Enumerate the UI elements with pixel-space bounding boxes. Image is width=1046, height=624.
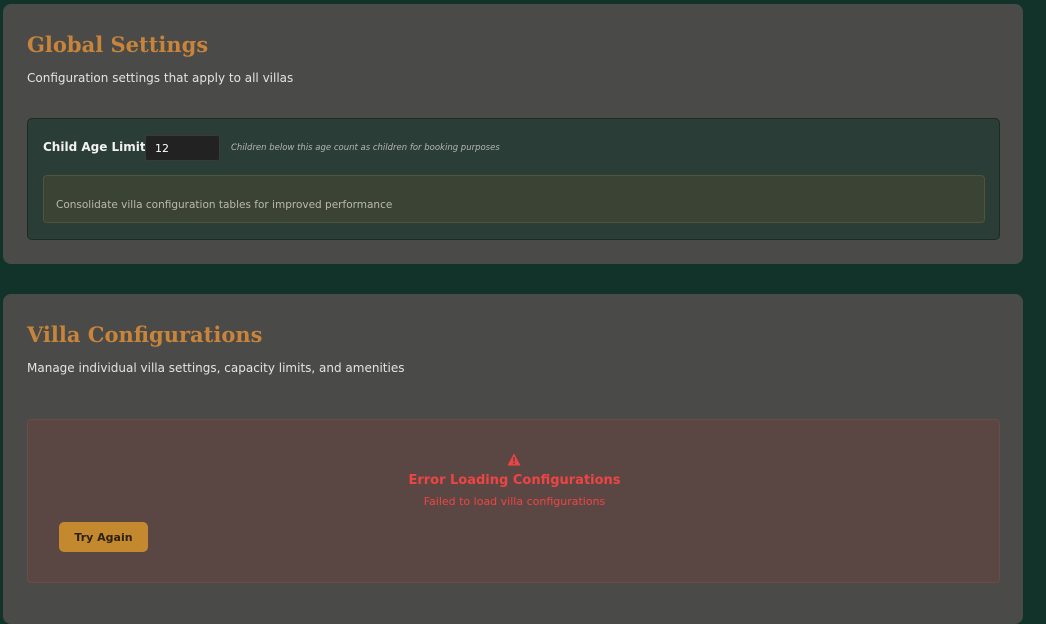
info-text: Consolidate villa configuration tables f… — [56, 199, 393, 211]
villa-configurations-card: Villa Configurations Manage individual v… — [3, 294, 1023, 624]
villa-configurations-subtitle: Manage individual villa settings, capaci… — [27, 361, 405, 375]
settings-panel: Child Age Limit: Children below this age… — [27, 118, 1000, 240]
child-age-input[interactable] — [145, 135, 220, 161]
error-panel: Error Loading Configurations Failed to l… — [27, 419, 1000, 583]
error-title: Error Loading Configurations — [408, 473, 621, 488]
error-message: Failed to load villa configurations — [423, 495, 606, 508]
info-box: Consolidate villa configuration tables f… — [43, 175, 985, 223]
global-settings-card: Global Settings Configuration settings t… — [3, 4, 1023, 264]
child-age-label: Child Age Limit: — [43, 140, 151, 154]
global-settings-title: Global Settings — [27, 32, 209, 57]
try-again-button[interactable]: Try Again — [59, 522, 148, 552]
child-age-hint: Children below this age count as childre… — [231, 143, 500, 153]
villa-configurations-title: Villa Configurations — [27, 322, 263, 347]
global-settings-subtitle: Configuration settings that apply to all… — [27, 71, 294, 85]
warning-icon — [507, 453, 521, 466]
